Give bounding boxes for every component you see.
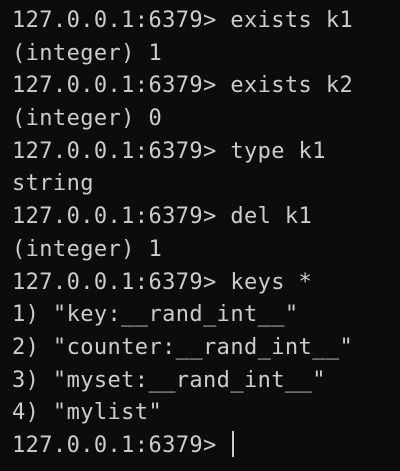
text-cursor — [232, 430, 235, 457]
active-prompt-line[interactable]: 127.0.0.1:6379> — [12, 430, 400, 463]
command-line-type-k1: 127.0.0.1:6379> type k1 — [12, 138, 326, 164]
output-key-2: 2) "counter:__rand_int__" — [12, 334, 354, 360]
output-key-4: 4) "mylist" — [12, 400, 163, 426]
command-line-exists-k1: 127.0.0.1:6379> exists k1 — [12, 8, 354, 33]
command-line-keys: 127.0.0.1:6379> keys * — [12, 269, 313, 295]
output-line-string: string — [12, 171, 94, 197]
output-line-integer-1-del: (integer) 1 — [12, 236, 163, 262]
output-line-integer-1: (integer) 1 — [12, 40, 163, 66]
prompt-text: 127.0.0.1:6379> — [12, 432, 231, 458]
command-line-del-k1: 127.0.0.1:6379> del k1 — [12, 204, 313, 230]
redis-cli-terminal[interactable]: 127.0.0.1:6379> exists k1 (integer) 1 12… — [0, 0, 400, 471]
output-key-3: 3) "myset:__rand_int__" — [12, 367, 326, 393]
output-line-integer-0: (integer) 0 — [12, 106, 163, 132]
output-key-1: 1) "key:__rand_int__" — [12, 302, 299, 328]
command-line-exists-k2: 127.0.0.1:6379> exists k2 — [12, 73, 354, 99]
